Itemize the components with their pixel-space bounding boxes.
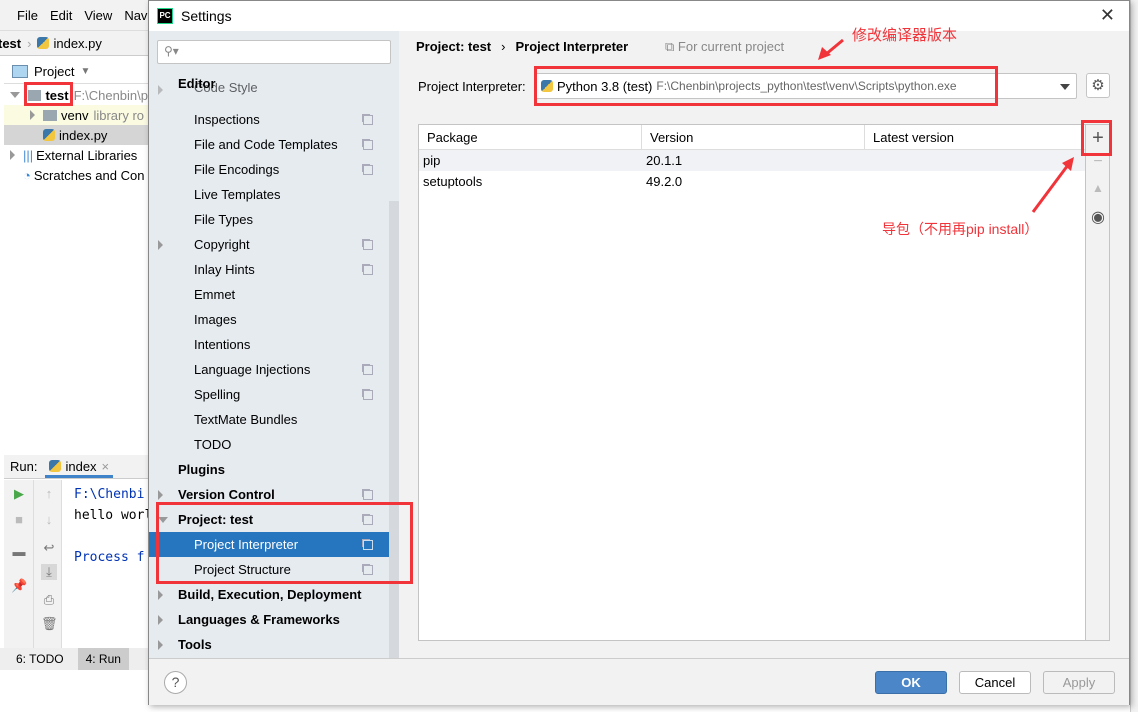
arrow-install (1031, 164, 1070, 213)
annotation-arrows (818, 38, 1074, 213)
arrow-head-interpreter (818, 47, 831, 60)
